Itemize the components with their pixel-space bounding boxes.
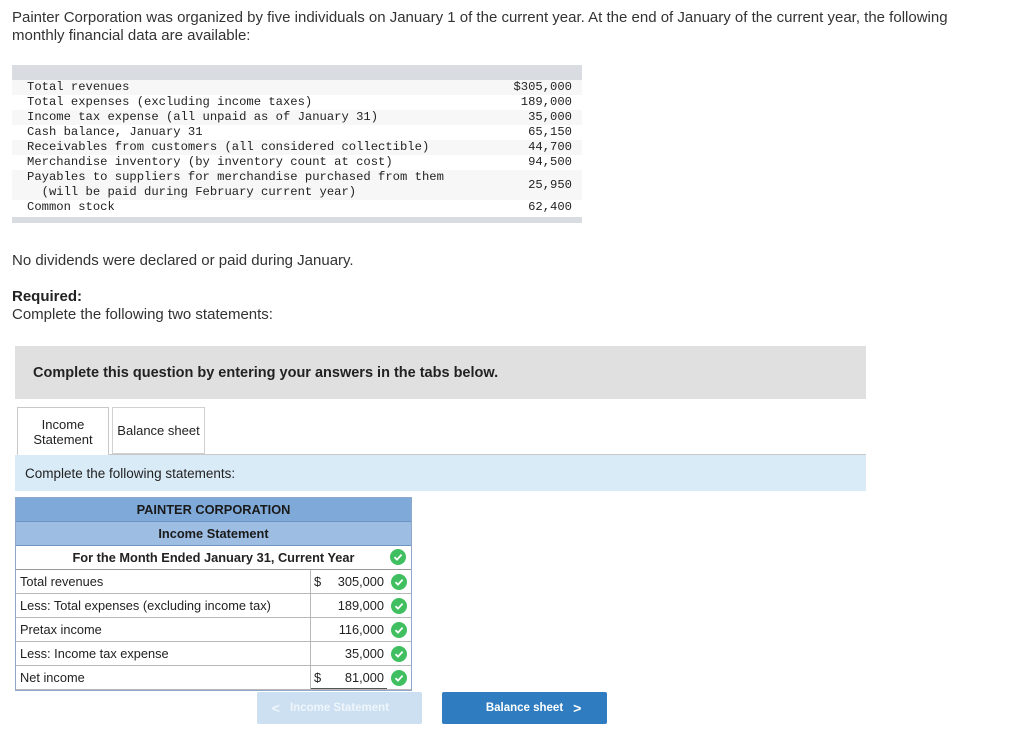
financial-data-table: Total revenues $305,000 Total expenses (ex… (12, 65, 582, 223)
dollar-sign (314, 642, 324, 665)
check-cell (387, 666, 411, 689)
table-bottom-bar (12, 217, 582, 223)
data-row-label: Payables to suppliers for merchandise pu… (27, 170, 444, 199)
instruction-banner: Complete this question by entering your … (15, 346, 866, 399)
check-cell (387, 570, 411, 593)
data-row-value: 189,000 (520, 95, 572, 109)
data-row: Total revenues $305,000 (12, 80, 582, 95)
data-row-value: 65,150 (528, 125, 572, 139)
statement-period: For the Month Ended January 31, Current … (16, 546, 411, 570)
row-label: Less: Total expenses (excluding income t… (16, 594, 311, 617)
check-icon (391, 621, 407, 638)
table-top-bar (12, 65, 582, 80)
period-text: For the Month Ended January 31, Current … (72, 550, 355, 565)
chevron-left-icon: < (271, 700, 280, 716)
tab-income-label: Income Statement (33, 416, 93, 447)
check-icon (391, 645, 407, 662)
data-row-value: 62,400 (528, 200, 572, 214)
dollar-sign: $ (314, 574, 322, 589)
statement-instructions: Complete the following statements: (15, 455, 866, 491)
amount-field[interactable]: 189,000 (311, 594, 387, 617)
data-row: Cash balance, January 31 65,150 (12, 125, 582, 140)
data-row-value: 25,950 (528, 177, 572, 192)
amount-field[interactable]: 116,000 (311, 618, 387, 641)
company-name: PAINTER CORPORATION (16, 498, 411, 522)
check-cell (387, 618, 411, 641)
row-label: Total revenues (16, 570, 311, 593)
tab-balance-label: Balance sheet (117, 423, 200, 438)
chevron-right-icon: > (573, 700, 582, 716)
check-icon (391, 597, 407, 614)
statement-row: Less: Total expenses (excluding income t… (16, 594, 411, 618)
check-icon (391, 669, 407, 686)
problem-intro: Painter Corporation was organized by fiv… (12, 9, 948, 44)
row-label: Less: Income tax expense (16, 642, 311, 665)
banner-text: Complete this question by entering your … (33, 364, 499, 381)
tab-bar: Income Statement Balance sheet (17, 407, 205, 455)
dollar-sign: $ (314, 670, 322, 685)
no-dividends-text: No dividends were declared or paid durin… (12, 252, 354, 269)
amount-field[interactable]: $305,000 (311, 570, 387, 593)
check-cell (387, 642, 411, 665)
data-row-label: Total revenues (27, 80, 130, 94)
check-icon (390, 549, 406, 565)
statement-row: Pretax income 116,000 (16, 618, 411, 642)
next-button[interactable]: < Balance sheet > (442, 692, 607, 724)
row-label: Net income (16, 666, 311, 689)
amount-value: 35,000 (344, 646, 384, 661)
data-row-label: Merchandise inventory (by inventory coun… (27, 155, 393, 169)
data-row: Income tax expense (all unpaid as of Jan… (12, 110, 582, 125)
data-row-value: $305,000 (513, 80, 572, 94)
required-text: Complete the following two statements: (12, 306, 273, 323)
data-row-value: 44,700 (528, 140, 572, 154)
data-row-value: 94,500 (528, 155, 572, 169)
data-row-label: Total expenses (excluding income taxes) (27, 95, 313, 109)
row-label: Pretax income (16, 618, 311, 641)
instructions-text: Complete the following statements: (25, 465, 236, 481)
amount-field[interactable]: 35,000 (311, 642, 387, 665)
data-row-label: Income tax expense (all unpaid as of Jan… (27, 110, 379, 124)
dollar-sign (314, 618, 324, 641)
data-row-value: 35,000 (528, 110, 572, 124)
check-cell (387, 594, 411, 617)
amount-value: 189,000 (337, 598, 384, 613)
amount-field[interactable]: $81,000 (311, 666, 387, 689)
data-row-label: Cash balance, January 31 (27, 125, 203, 139)
next-button-label: Balance sheet (485, 702, 564, 714)
prev-button[interactable]: < Income Statement > (257, 692, 422, 724)
tab-income-statement[interactable]: Income Statement (17, 407, 109, 455)
data-row: Receivables from customers (all consider… (12, 140, 582, 155)
income-statement: PAINTER CORPORATION Income Statement For… (15, 497, 412, 691)
required-title: Required: (12, 288, 83, 305)
data-row-label: Receivables from customers (all consider… (27, 140, 430, 154)
data-row-label: Common stock (27, 200, 115, 214)
statement-row: Total revenues $305,000 (16, 570, 411, 594)
check-icon (391, 573, 407, 590)
statement-title: Income Statement (16, 522, 411, 546)
data-row: Common stock 62,400 (12, 200, 582, 215)
data-row: Merchandise inventory (by inventory coun… (12, 155, 582, 170)
amount-value: 116,000 (338, 622, 384, 637)
dollar-sign (314, 594, 324, 617)
tab-balance-sheet[interactable]: Balance sheet (112, 407, 205, 454)
data-row: Total expenses (excluding income taxes) 1… (12, 95, 582, 110)
amount-value: 305,000 (337, 574, 384, 589)
statement-row: Less: Income tax expense 35,000 (16, 642, 411, 666)
prev-button-label: Income Statement (289, 702, 390, 714)
data-row: Payables to suppliers for merchandise pu… (12, 170, 582, 200)
amount-value: 81,000 (344, 670, 384, 685)
statement-row: Net income $81,000 (16, 666, 411, 690)
